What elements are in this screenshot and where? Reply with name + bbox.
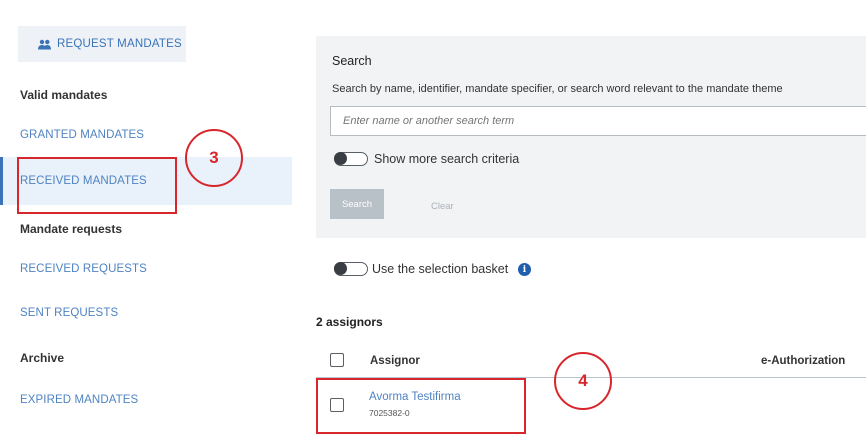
sidebar-item-expired-mandates[interactable]: EXPIRED MANDATES <box>20 394 138 406</box>
search-button[interactable]: Search <box>330 189 384 219</box>
search-title: Search <box>332 54 372 68</box>
toggle-knob <box>334 152 347 165</box>
request-mandates-label: REQUEST MANDATES <box>57 38 182 50</box>
valid-mandates-heading: Valid mandates <box>20 88 108 102</box>
selection-basket-label: Use the selection basket <box>372 262 509 276</box>
sidebar-active-indicator <box>0 157 3 205</box>
sidebar: REQUEST MANDATES Valid mandates GRANTED … <box>0 0 292 437</box>
select-all-checkbox[interactable] <box>330 353 344 367</box>
step-3-marker: 3 <box>185 129 243 187</box>
highlight-box-assignor-row <box>316 378 526 434</box>
request-mandates-button[interactable]: REQUEST MANDATES <box>18 26 186 62</box>
selection-basket-toggle[interactable] <box>334 262 368 276</box>
step-4-marker: 4 <box>554 352 612 410</box>
sidebar-item-granted-mandates[interactable]: GRANTED MANDATES <box>20 129 144 141</box>
search-description: Search by name, identifier, mandate spec… <box>332 83 783 95</box>
column-header-assignor[interactable]: Assignor <box>370 355 420 367</box>
mandate-requests-heading: Mandate requests <box>20 222 123 236</box>
clear-button[interactable]: Clear <box>431 201 454 212</box>
assignor-count: 2 assignors <box>316 315 383 329</box>
sidebar-item-received-requests[interactable]: RECEIVED REQUESTS <box>20 263 147 275</box>
more-criteria-label: Show more search criteria <box>374 152 520 166</box>
archive-heading: Archive <box>20 351 65 365</box>
more-criteria-toggle[interactable] <box>334 152 368 166</box>
sidebar-item-sent-requests[interactable]: SENT REQUESTS <box>20 307 118 319</box>
highlight-box-received-mandates <box>17 157 177 214</box>
search-input[interactable] <box>330 106 866 136</box>
users-icon <box>38 39 51 49</box>
info-icon[interactable]: i <box>518 263 531 276</box>
column-header-e-authorization[interactable]: e-Authorization <box>761 355 845 367</box>
toggle-knob <box>334 262 347 275</box>
search-panel: Search Search by name, identifier, manda… <box>316 36 866 238</box>
